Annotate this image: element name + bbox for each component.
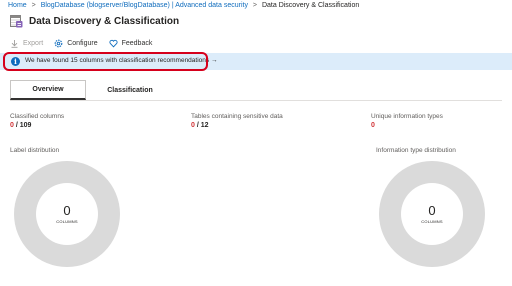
breadcrumb-home-link[interactable]: Home: [8, 2, 27, 9]
stat-label: Tables containing sensitive data: [191, 113, 283, 120]
classification-table-icon: [10, 14, 23, 28]
tab-overview[interactable]: Overview: [10, 80, 86, 100]
tab-divider: [10, 100, 502, 101]
breadcrumb: Home > BlogDatabase (blogserver/BlogData…: [8, 2, 359, 9]
configure-button[interactable]: Configure: [54, 39, 98, 48]
breadcrumb-database-link[interactable]: BlogDatabase (blogserver/BlogDatabase) |…: [41, 2, 248, 9]
tab-list: Overview Classification: [10, 80, 174, 100]
download-icon: [10, 39, 19, 48]
stat-label: Classified columns: [10, 113, 65, 120]
breadcrumb-separator: >: [31, 2, 36, 9]
heart-icon: [109, 39, 118, 48]
annotation-highlight: [3, 52, 208, 71]
stat-total: / 109: [13, 122, 32, 129]
label-distribution-title: Label distribution: [10, 147, 60, 154]
sensitive-tables-stat: Tables containing sensitive data 0 / 12: [191, 113, 283, 129]
page-header: Data Discovery & Classification: [10, 13, 179, 29]
arrow-right-icon: →: [210, 57, 218, 64]
export-button[interactable]: Export: [10, 39, 43, 48]
label-distribution-donut: 0 COLUMNS: [14, 161, 120, 267]
donut-unit: COLUMNS: [56, 219, 78, 224]
donut-center: 0 COLUMNS: [401, 183, 463, 245]
configure-label: Configure: [67, 39, 98, 47]
donut-unit: COLUMNS: [421, 219, 443, 224]
stat-label: Unique information types: [371, 113, 443, 120]
export-label: Export: [23, 39, 44, 47]
breadcrumb-separator: >: [252, 2, 258, 9]
info-types-stat: Unique information types 0: [371, 113, 443, 129]
breadcrumb-current: Data Discovery & Classification: [261, 2, 360, 9]
tab-classification[interactable]: Classification: [86, 80, 174, 100]
info-type-distribution-donut: 0 COLUMNS: [379, 161, 485, 267]
classified-columns-stat: Classified columns 0 / 109: [10, 113, 64, 129]
stat-value: 0: [371, 122, 443, 129]
donut-count: 0: [428, 203, 436, 218]
stat-total: / 12: [194, 122, 209, 129]
info-type-distribution-title: Information type distribution: [376, 147, 456, 154]
page-title: Data Discovery & Classification: [29, 15, 180, 27]
feedback-button[interactable]: Feedback: [109, 39, 153, 48]
donut-count: 0: [63, 203, 71, 218]
gear-icon: [54, 39, 63, 48]
command-bar: Export Configure Feedback: [10, 37, 163, 49]
feedback-label: Feedback: [121, 39, 153, 47]
stat-count: 0: [371, 122, 375, 129]
stat-value: 0 / 109: [10, 122, 64, 129]
donut-center: 0 COLUMNS: [36, 183, 98, 245]
stat-value: 0 / 12: [191, 122, 283, 129]
